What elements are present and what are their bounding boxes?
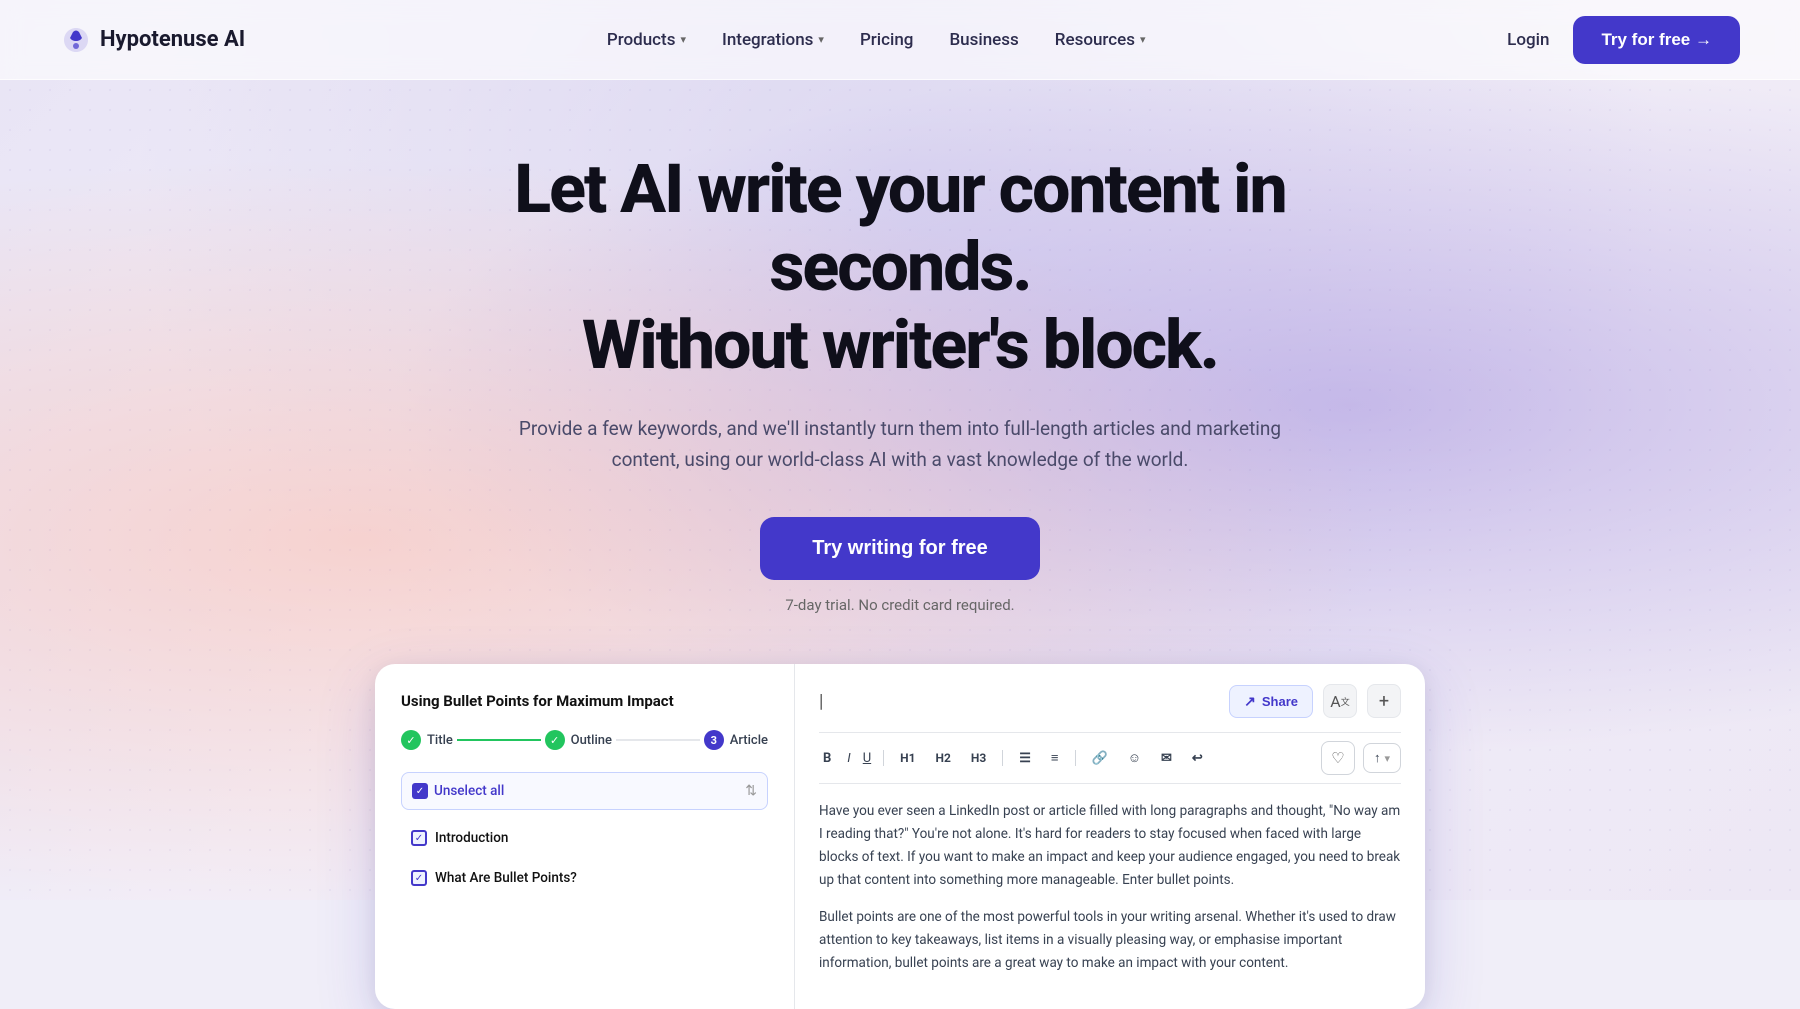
underline-button[interactable]: U — [863, 751, 871, 766]
h3-button[interactable]: H3 — [967, 749, 990, 767]
logo[interactable]: Hypotenuse AI — [60, 24, 245, 56]
sort-icon: ⇅ — [745, 783, 757, 799]
step-title-label: Title — [427, 733, 453, 748]
chevron-down-icon: ▾ — [818, 33, 824, 46]
outline-item-introduction: ✓ Introduction — [401, 822, 768, 854]
nav-pricing[interactable]: Pricing — [860, 30, 914, 50]
bold-button[interactable]: B — [819, 749, 835, 768]
demo-right-header: | ↗ Share A文 + — [819, 684, 1401, 718]
step-num-icon: 3 — [704, 730, 724, 750]
mail-button[interactable]: ✉ — [1157, 749, 1176, 768]
nav-integrations[interactable]: Integrations ▾ — [722, 30, 824, 50]
outline-item-bullet-points: ✓ What Are Bullet Points? — [401, 862, 768, 894]
nav-business[interactable]: Business — [949, 30, 1018, 50]
demo-card: Using Bullet Points for Maximum Impact ✓… — [375, 664, 1425, 1009]
demo-wrapper: Using Bullet Points for Maximum Impact ✓… — [0, 664, 1800, 1009]
toolbar-separator-2 — [1002, 750, 1003, 766]
content-paragraph-1: Have you ever seen a LinkedIn post or ar… — [819, 800, 1401, 892]
nav-resources[interactable]: Resources ▾ — [1055, 30, 1146, 50]
demo-left-panel: Using Bullet Points for Maximum Impact ✓… — [375, 664, 795, 1009]
toolbar-separator-3 — [1075, 750, 1076, 766]
editor-toolbar: B I U H1 H2 H3 ☰ ≡ 🔗 ☺ ✉ ↩ ♡ — [819, 732, 1401, 784]
unselect-label: Unselect all — [434, 783, 504, 799]
upload-chevron: ▾ — [1384, 752, 1390, 765]
checkbox-icon[interactable]: ✓ — [411, 830, 427, 846]
step-line-2 — [616, 739, 700, 741]
chevron-down-icon: ▾ — [1140, 33, 1146, 46]
nav-try-free-button[interactable]: Try for free → — [1573, 16, 1740, 64]
nav-products[interactable]: Products ▾ — [607, 30, 686, 50]
logo-icon — [60, 24, 92, 56]
toolbar-right: ♡ ↑ ▾ — [1321, 741, 1401, 775]
toolbar-left: B I U H1 H2 H3 ☰ ≡ 🔗 ☺ ✉ ↩ — [819, 748, 1207, 768]
emoji-button[interactable]: ☺ — [1124, 748, 1145, 768]
demo-right-panel: | ↗ Share A文 + B I U H1 — [795, 664, 1425, 1009]
login-link[interactable]: Login — [1507, 30, 1549, 50]
step-done-icon: ✓ — [545, 730, 565, 750]
list-button[interactable]: ☰ — [1015, 749, 1035, 768]
hero-section: Let AI write your content in seconds. Wi… — [0, 80, 1800, 664]
item-label: What Are Bullet Points? — [435, 870, 577, 886]
h1-button[interactable]: H1 — [896, 749, 919, 767]
toolbar-separator — [883, 750, 884, 766]
upload-icon: ↑ — [1374, 750, 1381, 766]
upload-button[interactable]: ↑ ▾ — [1363, 743, 1401, 773]
share-button[interactable]: ↗ Share — [1229, 685, 1313, 718]
checkbox-icon[interactable]: ✓ — [411, 870, 427, 886]
nav-links: Products ▾ Integrations ▾ Pricing Busine… — [607, 30, 1146, 50]
step-outline: ✓ Outline — [545, 730, 612, 750]
favorite-button[interactable]: ♡ — [1321, 741, 1355, 775]
logo-text: Hypotenuse AI — [100, 27, 245, 52]
step-article: 3 Article — [704, 730, 768, 750]
text-cursor-icon: | — [819, 691, 823, 712]
undo-button[interactable]: ↩ — [1188, 749, 1207, 768]
hero-subtitle: Provide a few keywords, and we'll instan… — [510, 413, 1290, 476]
h2-button[interactable]: H2 — [932, 749, 955, 767]
step-outline-label: Outline — [571, 733, 612, 748]
add-button[interactable]: + — [1367, 684, 1401, 718]
link-button[interactable]: 🔗 — [1088, 749, 1112, 768]
italic-button[interactable]: I — [847, 751, 850, 766]
editor-content: Have you ever seen a LinkedIn post or ar… — [819, 800, 1401, 989]
demo-topic: Using Bullet Points for Maximum Impact — [401, 692, 768, 710]
unselect-row[interactable]: ✓ Unselect all ⇅ — [401, 772, 768, 810]
trial-note: 7-day trial. No credit card required. — [785, 596, 1014, 614]
translate-button[interactable]: A文 — [1323, 684, 1357, 718]
item-label: Introduction — [435, 830, 508, 846]
step-article-label: Article — [730, 733, 768, 748]
hero-cta-button[interactable]: Try writing for free — [760, 517, 1040, 580]
navbar: Hypotenuse AI Products ▾ Integrations ▾ … — [0, 0, 1800, 80]
hero-title: Let AI write your content in seconds. Wi… — [400, 150, 1400, 385]
step-done-icon: ✓ — [401, 730, 421, 750]
unselect-checkbox: ✓ — [412, 783, 428, 799]
step-title: ✓ Title — [401, 730, 453, 750]
share-icon: ↗ — [1244, 693, 1256, 710]
chevron-down-icon: ▾ — [680, 33, 686, 46]
nav-right: Login Try for free → — [1507, 16, 1740, 64]
step-line-1 — [457, 739, 541, 741]
header-actions: ↗ Share A文 + — [1229, 684, 1401, 718]
steps-row: ✓ Title ✓ Outline 3 Article — [401, 730, 768, 750]
align-button[interactable]: ≡ — [1047, 748, 1063, 768]
content-paragraph-2: Bullet points are one of the most powerf… — [819, 906, 1401, 975]
